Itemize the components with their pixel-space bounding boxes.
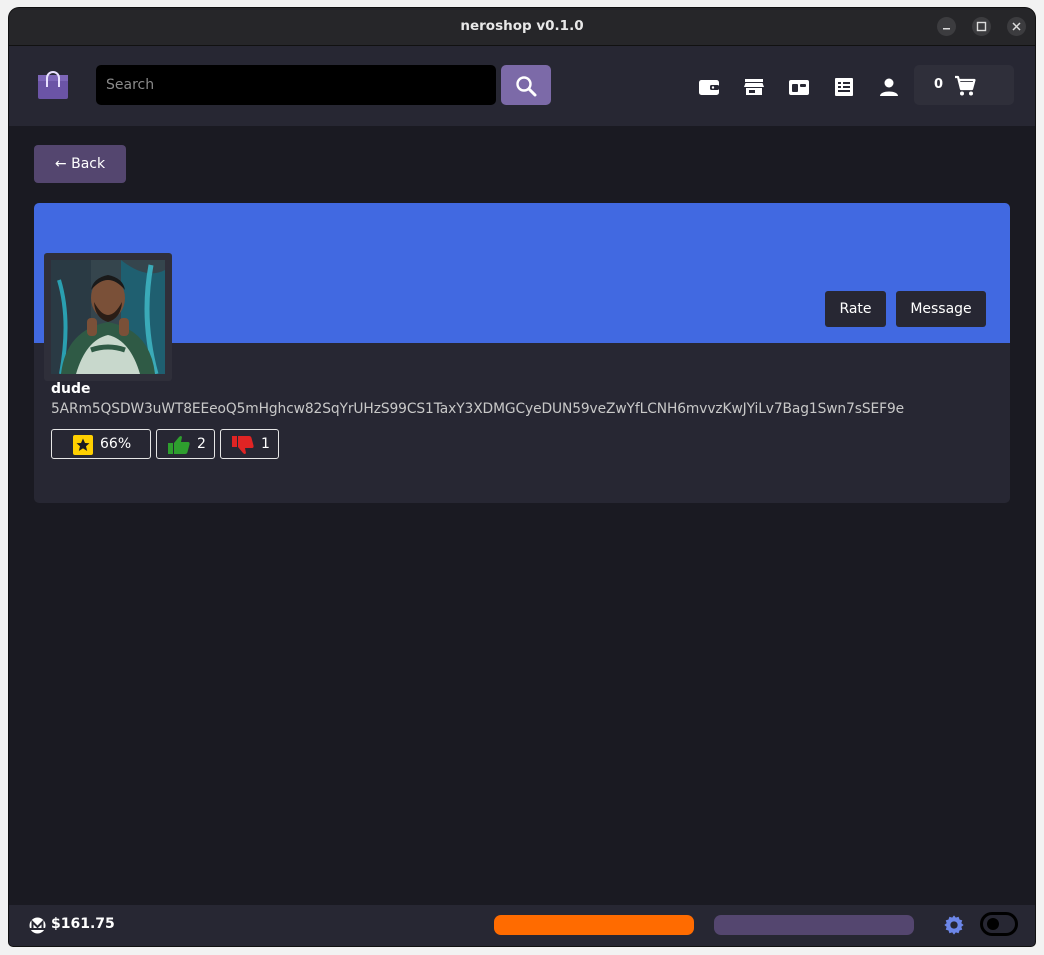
title-bar: neroshop v0.1.0 [9,8,1035,46]
toggle-knob [987,918,999,930]
cart-button[interactable]: 0 [914,65,1014,105]
thumbs-down-count: 1 [261,436,270,452]
seller-profile-card: Rate Message dude 5ARm5QSDW3uWT8EEeoQ5mH… [34,203,1010,503]
back-button[interactable]: ← Back [34,145,126,183]
theme-toggle[interactable] [980,912,1018,936]
monero-icon [29,917,46,934]
thumbs-down-icon [232,436,254,454]
window-title: neroshop v0.1.0 [460,18,584,34]
daemon-sync-progress-bar [494,915,694,935]
thumbs-up-count: 2 [197,436,206,452]
search-button[interactable] [501,65,551,105]
maximize-icon [976,21,987,32]
thumbs-up-badge: 2 [156,429,215,459]
inventory-icon[interactable] [787,75,811,99]
star-icon [73,435,93,455]
close-button[interactable] [1007,17,1026,36]
avatar-frame [44,253,172,381]
search-icon [516,76,537,97]
avatar [51,260,165,374]
minimize-icon [943,28,950,30]
close-icon [1012,22,1021,31]
wallet-balance: $161.75 [51,916,115,932]
minimize-button[interactable] [937,17,956,36]
message-button[interactable]: Message [896,291,986,327]
account-icon[interactable] [877,75,901,99]
neroshop-logo-icon[interactable] [38,69,68,99]
app-window: neroshop v0.1.0 Search 0 ← Back Rate Mes… [9,8,1035,946]
cart-count: 0 [934,77,944,92]
orders-icon[interactable] [832,75,856,99]
wallet-icon[interactable] [697,75,721,99]
wallet-sync-progress-bar [714,915,914,935]
store-icon[interactable] [742,75,766,99]
maximize-button[interactable] [972,17,991,36]
cart-icon [955,75,976,96]
status-bar: $161.75 [9,905,1035,946]
rate-button[interactable]: Rate [825,291,886,327]
reputation-badge: 66% [51,429,151,459]
reputation-percent: 66% [100,436,132,452]
search-input[interactable] [96,65,496,105]
gear-icon[interactable] [943,914,965,936]
seller-wallet-address: 5ARm5QSDW3uWT8EEeoQ5mHghcw82SqYrUHzS99CS… [51,401,905,417]
seller-username: dude [51,381,91,397]
thumbs-up-icon [168,436,190,454]
avatar-photo [51,260,165,374]
thumbs-down-badge: 1 [220,429,279,459]
app-header: 0 [9,46,1035,126]
